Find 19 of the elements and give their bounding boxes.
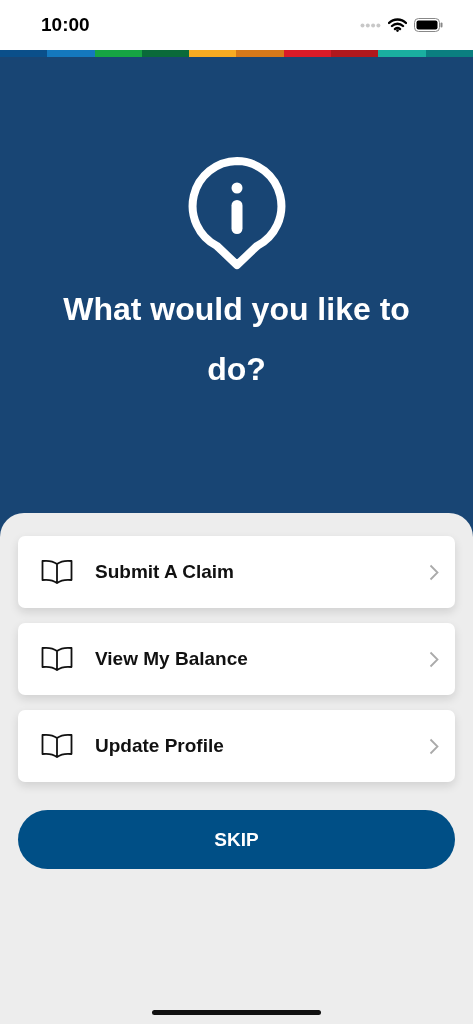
option-label: Update Profile (95, 735, 225, 757)
book-icon (41, 733, 73, 759)
option-card[interactable]: View My Balance (18, 623, 455, 695)
chevron-right-icon (429, 650, 439, 668)
book-icon (41, 559, 73, 585)
option-label: View My Balance (95, 648, 249, 670)
option-label: Submit A Claim (95, 561, 235, 583)
book-icon (41, 646, 73, 672)
info-bubble-icon (186, 157, 287, 271)
signal-icon (360, 22, 381, 28)
battery-icon (414, 18, 443, 32)
heading: What would you like to do? (62, 290, 411, 389)
wifi-icon (388, 18, 407, 32)
chevron-right-icon (429, 737, 439, 755)
status-time: 10:00 (41, 14, 90, 36)
skip-button[interactable]: SKIP (18, 810, 455, 869)
option-card[interactable]: Submit A Claim (18, 536, 455, 608)
chevron-right-icon (429, 563, 439, 581)
option-card[interactable]: Update Profile (18, 710, 455, 782)
